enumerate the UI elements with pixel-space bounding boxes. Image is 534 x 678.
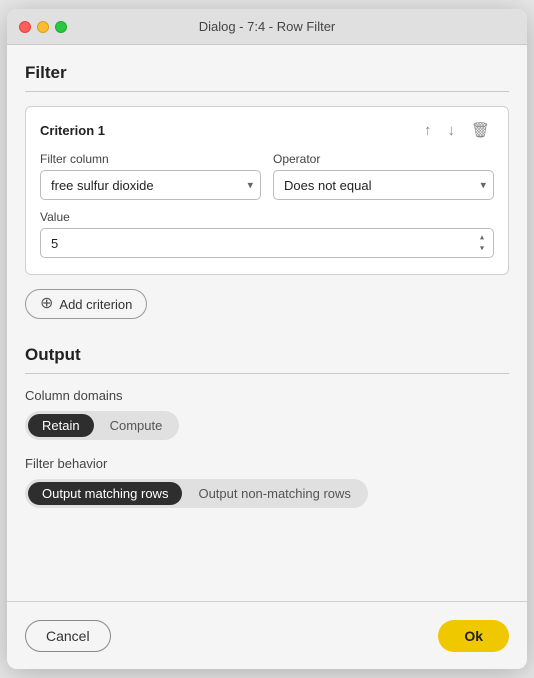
dialog-footer: Cancel Ok xyxy=(7,601,527,669)
criterion-label: Criterion 1 xyxy=(40,123,105,138)
add-criterion-button[interactable]: ⊕ Add criterion xyxy=(25,289,147,319)
value-input-wrapper: ▴ ▾ xyxy=(40,228,494,258)
criterion-move-down-button[interactable]: ↓ xyxy=(443,121,459,140)
compute-option[interactable]: Compute xyxy=(96,414,177,437)
operator-select-wrapper: Does not equal ▾ xyxy=(273,170,494,200)
filter-divider xyxy=(25,91,509,92)
output-section: Output Column domains Retain Compute Fil… xyxy=(25,345,509,524)
main-content: Filter Criterion 1 ↑ ↓ 🗑 Filter column xyxy=(7,45,527,601)
operator-group: Operator Does not equal ▾ xyxy=(273,152,494,200)
criterion-delete-button[interactable]: 🗑 xyxy=(467,121,494,140)
value-input[interactable] xyxy=(40,228,494,258)
value-spinner-down-button[interactable]: ▾ xyxy=(474,244,490,254)
value-field-group: Value ▴ ▾ xyxy=(40,210,494,258)
output-divider xyxy=(25,373,509,374)
column-domains-subsection: Column domains Retain Compute xyxy=(25,388,509,440)
filter-section: Filter Criterion 1 ↑ ↓ 🗑 Filter column xyxy=(25,63,509,339)
minimize-button[interactable] xyxy=(37,21,49,33)
ok-button[interactable]: Ok xyxy=(438,620,509,652)
add-criterion-icon: ⊕ xyxy=(40,296,53,312)
titlebar: Dialog - 7:4 - Row Filter xyxy=(7,9,527,45)
retain-option[interactable]: Retain xyxy=(28,414,94,437)
filter-column-group: Filter column free sulfur dioxide ▾ xyxy=(40,152,261,200)
value-label: Value xyxy=(40,210,494,224)
add-criterion-label: Add criterion xyxy=(59,297,132,312)
dialog-window: Dialog - 7:4 - Row Filter Filter Criteri… xyxy=(7,9,527,669)
filter-column-operator-row: Filter column free sulfur dioxide ▾ Oper… xyxy=(40,152,494,200)
filter-behavior-toggle-group: Output matching rows Output non-matching… xyxy=(25,479,368,508)
maximize-button[interactable] xyxy=(55,21,67,33)
window-title: Dialog - 7:4 - Row Filter xyxy=(199,19,336,34)
value-spinner-up-button[interactable]: ▴ xyxy=(474,233,490,243)
filter-behavior-label: Filter behavior xyxy=(25,456,509,471)
output-matching-option[interactable]: Output matching rows xyxy=(28,482,182,505)
value-spinner: ▴ ▾ xyxy=(474,233,490,254)
cancel-button[interactable]: Cancel xyxy=(25,620,111,652)
output-nonmatching-option[interactable]: Output non-matching rows xyxy=(184,482,364,505)
filter-behavior-subsection: Filter behavior Output matching rows Out… xyxy=(25,456,509,508)
output-section-title: Output xyxy=(25,345,509,365)
filter-column-select[interactable]: free sulfur dioxide xyxy=(40,170,261,200)
criterion-header: Criterion 1 ↑ ↓ 🗑 xyxy=(40,121,494,140)
close-button[interactable] xyxy=(19,21,31,33)
operator-select[interactable]: Does not equal xyxy=(273,170,494,200)
criterion-actions: ↑ ↓ 🗑 xyxy=(420,121,494,140)
column-domains-toggle-group: Retain Compute xyxy=(25,411,179,440)
filter-column-select-wrapper: free sulfur dioxide ▾ xyxy=(40,170,261,200)
operator-label: Operator xyxy=(273,152,494,166)
criterion-card: Criterion 1 ↑ ↓ 🗑 Filter column free sul… xyxy=(25,106,509,275)
filter-section-title: Filter xyxy=(25,63,509,83)
filter-column-label: Filter column xyxy=(40,152,261,166)
criterion-move-up-button[interactable]: ↑ xyxy=(420,121,436,140)
column-domains-label: Column domains xyxy=(25,388,509,403)
traffic-lights xyxy=(19,21,67,33)
